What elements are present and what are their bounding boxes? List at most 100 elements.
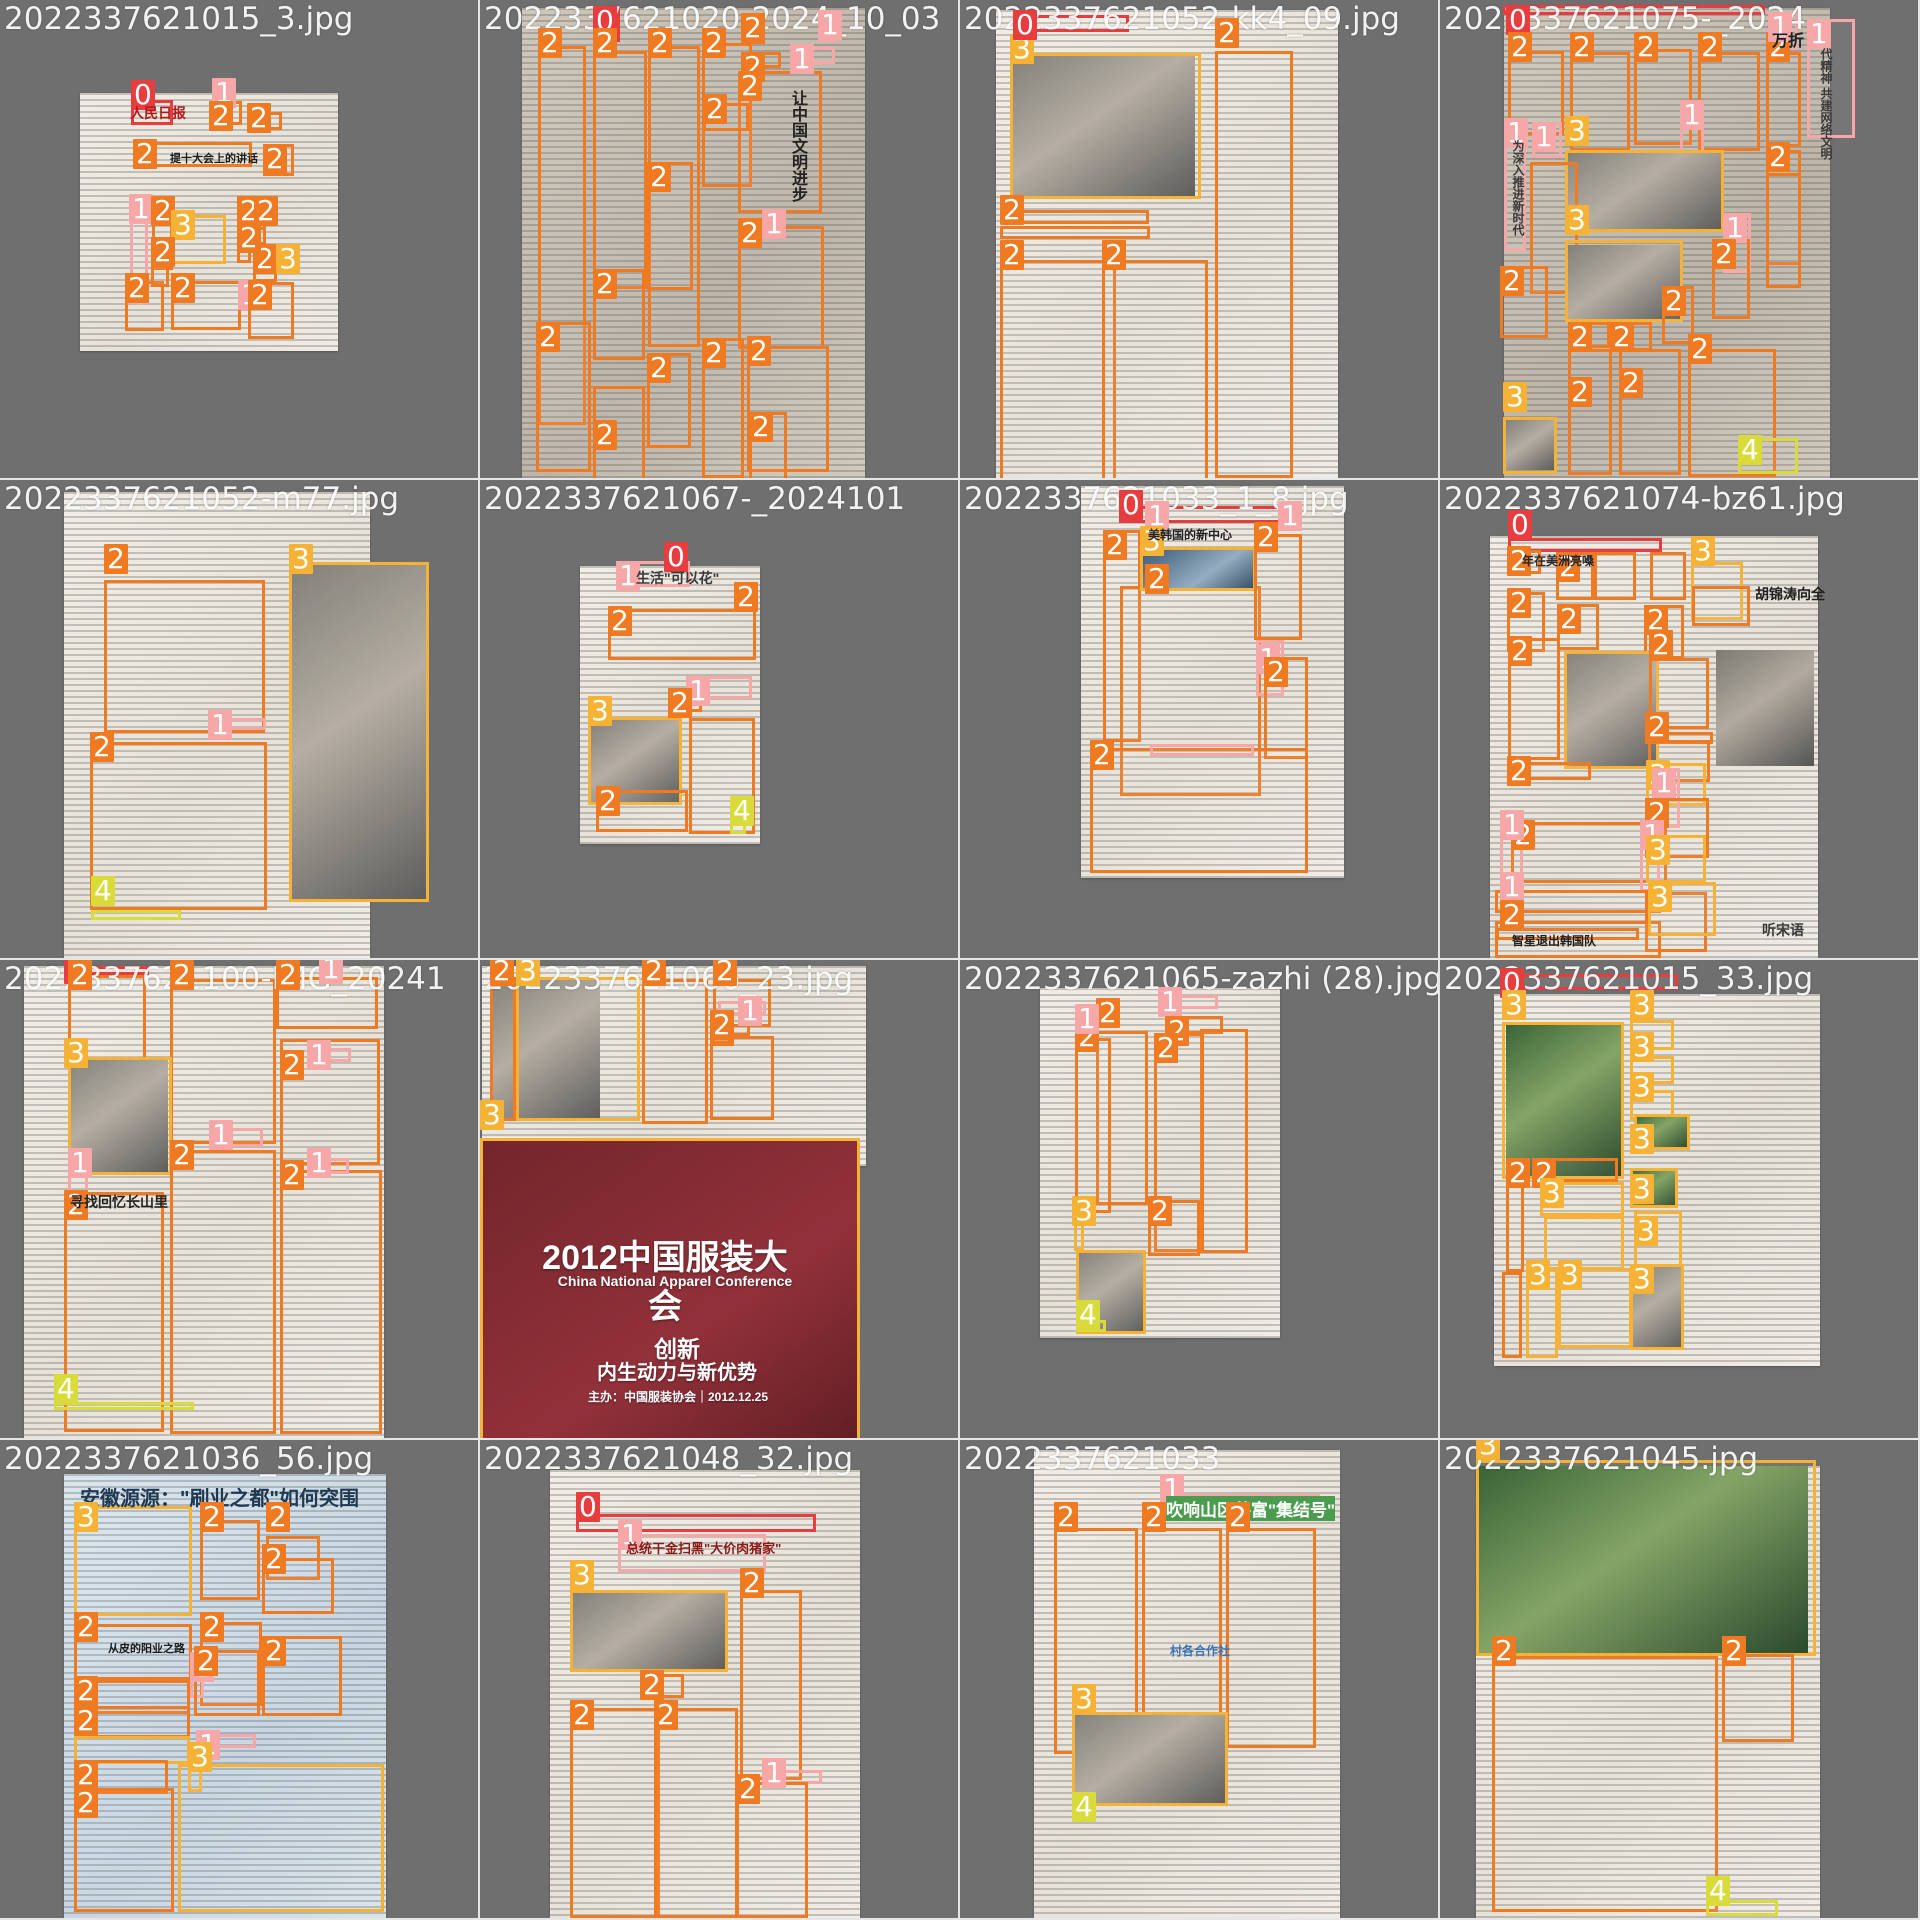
region-tag: 1 [208,710,232,740]
region-tag: 1 [1158,987,1182,1017]
region-tag: 2 [266,1502,290,1532]
region-tag: 2 [171,273,195,303]
region-tag: 2 [1103,530,1127,560]
headline-b: 胡锦涛向全 [1755,586,1825,602]
region-box [1150,744,1254,756]
region-box [1502,1272,1522,1358]
region-tag: 2 [642,960,666,986]
tile-filename: 2022337621052-m77.jpg [4,481,400,517]
region-box [1000,226,1150,239]
tile-10: 2022337621066_23.jpg 3 2 2 2 1 2 2 3 201… [480,960,960,1440]
region-tag: 2 [647,353,671,383]
region-tag: 2 [170,960,194,990]
region-tag: 1 [1532,122,1556,152]
region-tag: 3 [1648,882,1672,912]
region-tag: 2 [647,162,671,192]
region-box [570,1708,660,1918]
region-tag: 2 [1634,32,1658,62]
tile-9: 2022337621100-IMG_20241 0 2 2 2 1 3 2 1 … [0,960,480,1440]
region-tag: 1 [818,10,842,40]
region-box [1594,552,1636,600]
region-tag: 3 [1072,1684,1096,1714]
region-tag: 2 [740,1568,764,1598]
region-tag: 2 [74,1612,98,1642]
region-tag: 3 [1630,1174,1654,1204]
region-tag: 2 [1662,286,1686,316]
region-box [1564,651,1659,769]
region-box [1492,1656,1718,1912]
tile-3: 2022337621052-kk4_09.jpg 3 0 2 2 2 2 [960,0,1440,480]
region-tag: 2 [68,960,92,990]
region-tag: 4 [54,1374,78,1404]
region-tag: 2 [713,960,737,986]
region-tag: 3 [1540,1178,1564,1208]
region-tag: 3 [516,960,540,986]
region-tag: 1 [129,194,153,224]
region-tag: 3 [1630,1124,1654,1154]
region-tag: 3 [171,210,195,240]
tile-filename: 2022337621065-zazhi (28).jpg [964,961,1440,997]
poster-subtitle: China National Apparel Conference [557,1273,793,1289]
region-tag: 1 [307,1148,331,1178]
tile-4: 2022337621075-_2024 0 2 2 2 2 2 1 1 1 1 … [1440,0,1920,480]
region-box [91,910,181,920]
region-tag: 2 [1226,1502,1250,1532]
headline-c: 智星退出韩国队 [1512,934,1597,948]
section-subhead: 为深入推进新时代 [1511,140,1525,236]
region-box [654,1708,738,1918]
region-tag: 2 [1500,900,1524,930]
region-tag: 2 [1610,322,1634,352]
tile-filename: 2022337621075-_2024 [1444,1,1806,37]
region-tag: 1 [790,44,814,74]
region-tag: 2 [1712,239,1736,269]
region-box [1650,552,1686,600]
region-tag: 2 [1145,564,1169,594]
region-tag: 2 [596,786,620,816]
region-box [1565,150,1724,232]
tile-filename: 2022337621015_3.jpg [4,1,354,37]
region-tag: 2 [1215,18,1239,48]
region-tag: 2 [1568,322,1592,352]
region-tag: 1 [762,1758,786,1788]
region-tag: 2 [648,28,672,58]
tile-13: 2022337621036_56.jpg 安徽源源："刷业之都"如何突围 3 2… [0,1440,480,1920]
region-tag: 2 [741,13,765,43]
region-tag: 3 [1565,116,1589,146]
region-tag: 3 [1630,1072,1654,1102]
region-tag: 2 [1619,368,1643,398]
region-tag: 3 [1502,990,1526,1020]
headline: 吹响山区共富"集结号" [1166,1496,1336,1521]
region-box [1766,173,1801,288]
region-tag: 2 [104,544,128,574]
region-tag: 3 [1503,382,1527,412]
region-box [1503,417,1557,474]
headline-fragment: 万折 [1772,33,1805,50]
tile-5: 2022337621052-m77.jpg 2 3 1 2 4 [0,480,480,960]
region-tag: 3 [1646,835,1670,865]
region-tag: 2 [593,28,617,58]
region-tag: 3 [64,1038,88,1068]
region-box [1766,52,1801,147]
region-tag: 2 [280,1050,304,1080]
photo [1716,650,1814,766]
region-tag: 3 [1476,1440,1500,1460]
region-tag: 2 [248,280,272,310]
region-tag: 2 [1568,377,1592,407]
region-tag: 2 [1508,32,1532,62]
tile-filename: 2022337621033 [964,1441,1221,1477]
region-tag: 2 [1570,32,1594,62]
region-tag: 2 [1500,266,1524,296]
region-box [1568,349,1612,475]
region-tag: 2 [209,101,233,131]
region-tag: 2 [702,28,726,58]
region-box [1476,1460,1816,1656]
tile-1: 2022337621015_3.jpg 0 1 2 2 2 2 1 2 3 2 … [0,0,480,480]
region-tag: 1 [319,960,343,984]
region-tag: 2 [736,1774,760,1804]
region-box [170,1150,276,1434]
region-tag: 3 [289,544,313,574]
tile-12: 2022337621015_33.jpg 0 3 3 3 3 3 3 3 2 2… [1440,960,1920,1440]
headline: 总统干金扫黑"大价肉猪家" [626,1541,782,1556]
region-box [1226,1528,1316,1748]
region-tag: 3 [1526,1260,1550,1290]
